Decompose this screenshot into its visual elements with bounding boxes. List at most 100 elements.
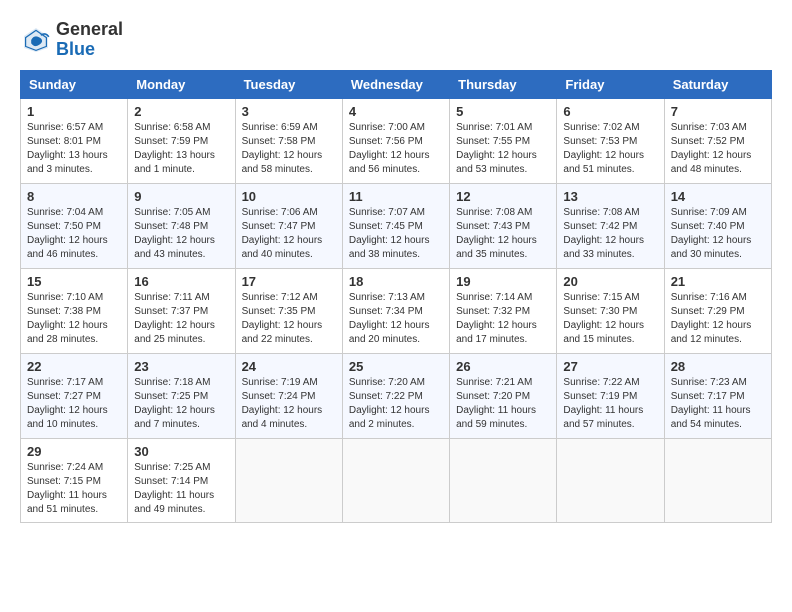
header-saturday: Saturday bbox=[664, 70, 771, 98]
header-tuesday: Tuesday bbox=[235, 70, 342, 98]
calendar-day: 14 Sunrise: 7:09 AM Sunset: 7:40 PM Dayli… bbox=[664, 183, 771, 268]
calendar-day: 26 Sunrise: 7:21 AM Sunset: 7:20 PM Dayli… bbox=[450, 353, 557, 438]
calendar-table: SundayMondayTuesdayWednesdayThursdayFrid… bbox=[20, 70, 772, 523]
day-number: 28 bbox=[671, 359, 765, 374]
day-info: Sunrise: 7:04 AM Sunset: 7:50 PM Dayligh… bbox=[27, 206, 121, 262]
calendar-day: 28 Sunrise: 7:23 AM Sunset: 7:17 PM Dayli… bbox=[664, 353, 771, 438]
header-wednesday: Wednesday bbox=[342, 70, 449, 98]
day-number: 22 bbox=[27, 359, 121, 374]
calendar-day: 29 Sunrise: 7:24 AM Sunset: 7:15 PM Dayli… bbox=[21, 438, 128, 522]
day-number: 21 bbox=[671, 274, 765, 289]
day-info: Sunrise: 6:58 AM Sunset: 7:59 PM Dayligh… bbox=[134, 121, 228, 177]
calendar-day: 16Sunrise: 7:11 AM Sunset: 7:37 PM Dayli… bbox=[128, 268, 235, 353]
calendar-day: 24Sunrise: 7:19 AM Sunset: 7:24 PM Dayli… bbox=[235, 353, 342, 438]
calendar-day: 22 Sunrise: 7:17 AM Sunset: 7:27 PM Dayli… bbox=[21, 353, 128, 438]
day-number: 8 bbox=[27, 189, 121, 204]
day-number: 3 bbox=[242, 104, 336, 119]
calendar-day: 3 Sunrise: 6:59 AM Sunset: 7:58 PM Daylig… bbox=[235, 98, 342, 183]
day-number: 20 bbox=[563, 274, 657, 289]
day-info: Sunrise: 7:24 AM Sunset: 7:15 PM Dayligh… bbox=[27, 461, 121, 517]
day-info: Sunrise: 7:00 AM Sunset: 7:56 PM Dayligh… bbox=[349, 121, 443, 177]
day-number: 2 bbox=[134, 104, 228, 119]
calendar-day: 10 Sunrise: 7:06 AM Sunset: 7:47 PM Dayli… bbox=[235, 183, 342, 268]
day-number: 29 bbox=[27, 444, 121, 459]
logo-icon bbox=[20, 24, 52, 56]
day-number: 9 bbox=[134, 189, 228, 204]
page-header: General Blue bbox=[20, 20, 772, 60]
calendar-week-row: 1 Sunrise: 6:57 AM Sunset: 8:01 PM Daylig… bbox=[21, 98, 772, 183]
day-number: 27 bbox=[563, 359, 657, 374]
calendar-day: 12 Sunrise: 7:08 AM Sunset: 7:43 PM Dayli… bbox=[450, 183, 557, 268]
logo: General Blue bbox=[20, 20, 123, 60]
day-number: 19 bbox=[456, 274, 550, 289]
day-info: Sunrise: 6:57 AM Sunset: 8:01 PM Dayligh… bbox=[27, 121, 121, 177]
day-info: Sunrise: 7:01 AM Sunset: 7:55 PM Dayligh… bbox=[456, 121, 550, 177]
day-info: Sunrise: 7:08 AM Sunset: 7:43 PM Dayligh… bbox=[456, 206, 550, 262]
day-info: Sunrise: 6:59 AM Sunset: 7:58 PM Dayligh… bbox=[242, 121, 336, 177]
day-number: 4 bbox=[349, 104, 443, 119]
day-number: 23 bbox=[134, 359, 228, 374]
calendar-day: 15Sunrise: 7:10 AM Sunset: 7:38 PM Dayli… bbox=[21, 268, 128, 353]
day-number: 7 bbox=[671, 104, 765, 119]
day-number: 26 bbox=[456, 359, 550, 374]
day-number: 18 bbox=[349, 274, 443, 289]
day-number: 30 bbox=[134, 444, 228, 459]
day-number: 15 bbox=[27, 274, 121, 289]
calendar-day: 6 Sunrise: 7:02 AM Sunset: 7:53 PM Daylig… bbox=[557, 98, 664, 183]
day-info: Sunrise: 7:05 AM Sunset: 7:48 PM Dayligh… bbox=[134, 206, 228, 262]
header-friday: Friday bbox=[557, 70, 664, 98]
day-info: Sunrise: 7:11 AM Sunset: 7:37 PM Dayligh… bbox=[134, 291, 228, 347]
day-info: Sunrise: 7:17 AM Sunset: 7:27 PM Dayligh… bbox=[27, 376, 121, 432]
day-number: 1 bbox=[27, 104, 121, 119]
day-info: Sunrise: 7:23 AM Sunset: 7:17 PM Dayligh… bbox=[671, 376, 765, 432]
day-number: 6 bbox=[563, 104, 657, 119]
logo-text: General Blue bbox=[56, 20, 123, 60]
calendar-day: 4 Sunrise: 7:00 AM Sunset: 7:56 PM Daylig… bbox=[342, 98, 449, 183]
day-number: 25 bbox=[349, 359, 443, 374]
calendar-week-row: 15Sunrise: 7:10 AM Sunset: 7:38 PM Dayli… bbox=[21, 268, 772, 353]
calendar-day: 11 Sunrise: 7:07 AM Sunset: 7:45 PM Dayli… bbox=[342, 183, 449, 268]
day-info: Sunrise: 7:25 AM Sunset: 7:14 PM Dayligh… bbox=[134, 461, 228, 517]
day-info: Sunrise: 7:14 AM Sunset: 7:32 PM Dayligh… bbox=[456, 291, 550, 347]
calendar-header-row: SundayMondayTuesdayWednesdayThursdayFrid… bbox=[21, 70, 772, 98]
day-info: Sunrise: 7:02 AM Sunset: 7:53 PM Dayligh… bbox=[563, 121, 657, 177]
header-sunday: Sunday bbox=[21, 70, 128, 98]
calendar-week-row: 8 Sunrise: 7:04 AM Sunset: 7:50 PM Daylig… bbox=[21, 183, 772, 268]
day-info: Sunrise: 7:03 AM Sunset: 7:52 PM Dayligh… bbox=[671, 121, 765, 177]
calendar-day: 8 Sunrise: 7:04 AM Sunset: 7:50 PM Daylig… bbox=[21, 183, 128, 268]
calendar-day: 27Sunrise: 7:22 AM Sunset: 7:19 PM Dayli… bbox=[557, 353, 664, 438]
calendar-day: 21Sunrise: 7:16 AM Sunset: 7:29 PM Dayli… bbox=[664, 268, 771, 353]
day-info: Sunrise: 7:13 AM Sunset: 7:34 PM Dayligh… bbox=[349, 291, 443, 347]
calendar-day: 2 Sunrise: 6:58 AM Sunset: 7:59 PM Daylig… bbox=[128, 98, 235, 183]
day-info: Sunrise: 7:06 AM Sunset: 7:47 PM Dayligh… bbox=[242, 206, 336, 262]
empty-day bbox=[235, 438, 342, 522]
day-info: Sunrise: 7:18 AM Sunset: 7:25 PM Dayligh… bbox=[134, 376, 228, 432]
day-info: Sunrise: 7:08 AM Sunset: 7:42 PM Dayligh… bbox=[563, 206, 657, 262]
calendar-day: 9 Sunrise: 7:05 AM Sunset: 7:48 PM Daylig… bbox=[128, 183, 235, 268]
day-info: Sunrise: 7:20 AM Sunset: 7:22 PM Dayligh… bbox=[349, 376, 443, 432]
calendar-day: 7 Sunrise: 7:03 AM Sunset: 7:52 PM Daylig… bbox=[664, 98, 771, 183]
calendar-day: 25 Sunrise: 7:20 AM Sunset: 7:22 PM Dayli… bbox=[342, 353, 449, 438]
day-number: 5 bbox=[456, 104, 550, 119]
empty-day bbox=[342, 438, 449, 522]
calendar-day: 30 Sunrise: 7:25 AM Sunset: 7:14 PM Dayli… bbox=[128, 438, 235, 522]
header-monday: Monday bbox=[128, 70, 235, 98]
calendar-day: 19 Sunrise: 7:14 AM Sunset: 7:32 PM Dayli… bbox=[450, 268, 557, 353]
calendar-day: 17Sunrise: 7:12 AM Sunset: 7:35 PM Dayli… bbox=[235, 268, 342, 353]
empty-day bbox=[557, 438, 664, 522]
day-number: 13 bbox=[563, 189, 657, 204]
empty-day bbox=[450, 438, 557, 522]
day-info: Sunrise: 7:21 AM Sunset: 7:20 PM Dayligh… bbox=[456, 376, 550, 432]
calendar-day: 23 Sunrise: 7:18 AM Sunset: 7:25 PM Dayli… bbox=[128, 353, 235, 438]
calendar-day: 13 Sunrise: 7:08 AM Sunset: 7:42 PM Dayli… bbox=[557, 183, 664, 268]
day-number: 11 bbox=[349, 189, 443, 204]
day-info: Sunrise: 7:07 AM Sunset: 7:45 PM Dayligh… bbox=[349, 206, 443, 262]
day-number: 12 bbox=[456, 189, 550, 204]
calendar-day: 20Sunrise: 7:15 AM Sunset: 7:30 PM Dayli… bbox=[557, 268, 664, 353]
day-number: 24 bbox=[242, 359, 336, 374]
day-number: 10 bbox=[242, 189, 336, 204]
calendar-week-row: 29 Sunrise: 7:24 AM Sunset: 7:15 PM Dayli… bbox=[21, 438, 772, 522]
day-number: 14 bbox=[671, 189, 765, 204]
calendar-day: 18 Sunrise: 7:13 AM Sunset: 7:34 PM Dayli… bbox=[342, 268, 449, 353]
day-info: Sunrise: 7:09 AM Sunset: 7:40 PM Dayligh… bbox=[671, 206, 765, 262]
